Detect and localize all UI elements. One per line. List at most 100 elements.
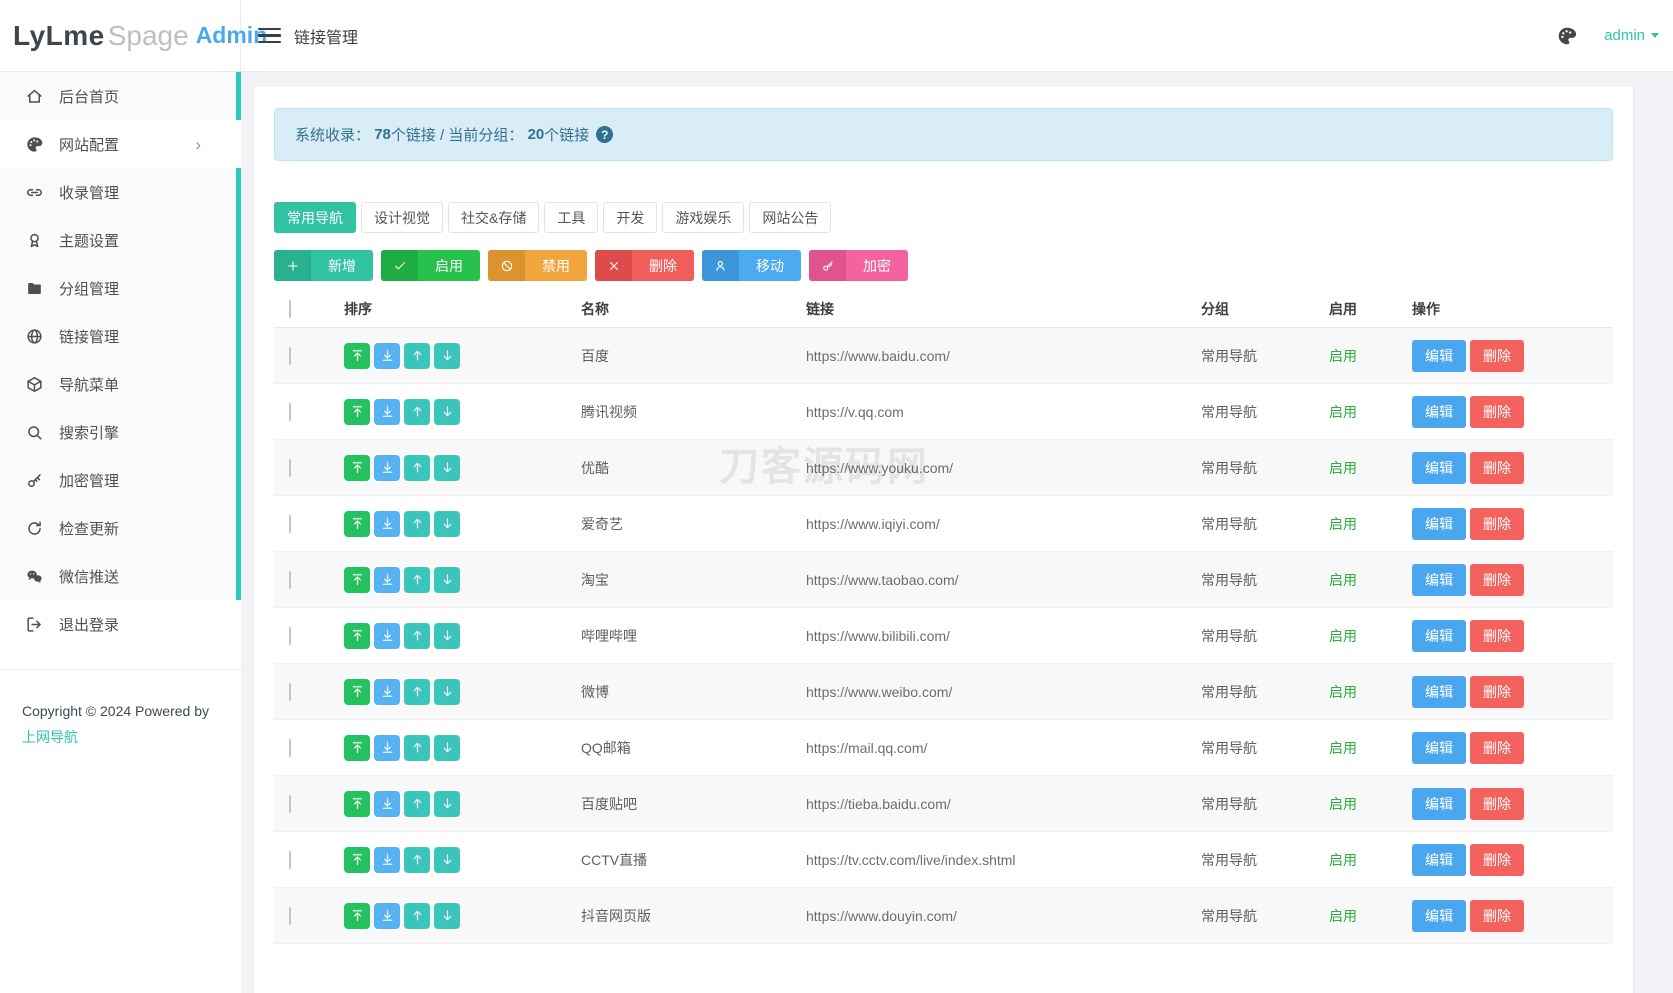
move-down-button[interactable] — [434, 566, 460, 593]
move-down-button[interactable] — [434, 398, 460, 425]
row-checkbox[interactable] — [289, 514, 291, 533]
move-down-button[interactable] — [434, 790, 460, 817]
move-up-button[interactable] — [404, 566, 430, 593]
sidebar-item-refresh[interactable]: 检查更新 — [0, 504, 241, 552]
bulk-ban-button[interactable]: 禁用 — [488, 250, 587, 281]
delete-button[interactable]: 删除 — [1470, 843, 1524, 876]
move-bottom-button[interactable] — [374, 846, 400, 873]
sidebar-item-link[interactable]: 收录管理 — [0, 168, 241, 216]
sidebar-item-wechat[interactable]: 微信推送 — [0, 552, 241, 600]
user-dropdown[interactable]: admin — [1604, 27, 1659, 44]
move-down-button[interactable] — [434, 902, 460, 929]
move-up-button[interactable] — [404, 790, 430, 817]
move-bottom-button[interactable] — [374, 734, 400, 761]
sidebar-item-key[interactable]: 加密管理 — [0, 456, 241, 504]
edit-button[interactable]: 编辑 — [1412, 675, 1466, 708]
row-checkbox[interactable] — [289, 458, 291, 477]
move-top-button[interactable] — [344, 678, 370, 705]
delete-button[interactable]: 删除 — [1470, 675, 1524, 708]
move-down-button[interactable] — [434, 454, 460, 481]
move-bottom-button[interactable] — [374, 678, 400, 705]
group-tab[interactable]: 游戏娱乐 — [662, 202, 745, 233]
move-up-button[interactable] — [404, 734, 430, 761]
sidebar-item-award[interactable]: 主题设置 — [0, 216, 241, 264]
move-top-button[interactable] — [344, 398, 370, 425]
sidebar-item-home[interactable]: 后台首页 — [0, 72, 241, 120]
move-down-button[interactable] — [434, 342, 460, 369]
move-bottom-button[interactable] — [374, 790, 400, 817]
delete-button[interactable]: 删除 — [1470, 731, 1524, 764]
move-up-button[interactable] — [404, 622, 430, 649]
delete-button[interactable]: 删除 — [1470, 451, 1524, 484]
move-up-button[interactable] — [404, 510, 430, 537]
move-top-button[interactable] — [344, 566, 370, 593]
edit-button[interactable]: 编辑 — [1412, 563, 1466, 596]
move-bottom-button[interactable] — [374, 902, 400, 929]
edit-button[interactable]: 编辑 — [1412, 619, 1466, 652]
row-checkbox[interactable] — [289, 626, 291, 645]
edit-button[interactable]: 编辑 — [1412, 339, 1466, 372]
move-bottom-button[interactable] — [374, 510, 400, 537]
edit-button[interactable]: 编辑 — [1412, 899, 1466, 932]
move-up-button[interactable] — [404, 398, 430, 425]
copyright-link[interactable]: 上网导航 — [22, 726, 241, 748]
move-up-button[interactable] — [404, 846, 430, 873]
move-top-button[interactable] — [344, 790, 370, 817]
sidebar-item-globe[interactable]: 链接管理 — [0, 312, 241, 360]
move-down-button[interactable] — [434, 846, 460, 873]
move-down-button[interactable] — [434, 734, 460, 761]
move-top-button[interactable] — [344, 454, 370, 481]
delete-button[interactable]: 删除 — [1470, 339, 1524, 372]
delete-button[interactable]: 删除 — [1470, 787, 1524, 820]
group-tab[interactable]: 社交&存储 — [448, 202, 540, 233]
row-checkbox[interactable] — [289, 906, 291, 925]
row-checkbox[interactable] — [289, 402, 291, 421]
move-down-button[interactable] — [434, 510, 460, 537]
edit-button[interactable]: 编辑 — [1412, 507, 1466, 540]
sidebar-item-search[interactable]: 搜索引擎 — [0, 408, 241, 456]
move-bottom-button[interactable] — [374, 566, 400, 593]
delete-button[interactable]: 删除 — [1470, 619, 1524, 652]
move-bottom-button[interactable] — [374, 622, 400, 649]
row-checkbox[interactable] — [289, 682, 291, 701]
move-top-button[interactable] — [344, 734, 370, 761]
group-tab[interactable]: 工具 — [544, 202, 599, 233]
theme-palette-icon[interactable] — [1556, 25, 1578, 47]
move-up-button[interactable] — [404, 902, 430, 929]
bulk-user-button[interactable]: 移动 — [702, 250, 801, 281]
move-top-button[interactable] — [344, 902, 370, 929]
sidebar-item-palette[interactable]: 网站配置 › — [0, 120, 241, 168]
row-checkbox[interactable] — [289, 738, 291, 757]
delete-button[interactable]: 删除 — [1470, 507, 1524, 540]
edit-button[interactable]: 编辑 — [1412, 395, 1466, 428]
bulk-check-button[interactable]: 启用 — [381, 250, 480, 281]
move-bottom-button[interactable] — [374, 454, 400, 481]
group-tab[interactable]: 设计视觉 — [361, 202, 443, 233]
move-top-button[interactable] — [344, 622, 370, 649]
move-up-button[interactable] — [404, 454, 430, 481]
delete-button[interactable]: 删除 — [1470, 563, 1524, 596]
select-all-checkbox[interactable] — [289, 299, 291, 318]
move-bottom-button[interactable] — [374, 342, 400, 369]
help-question-icon[interactable]: ? — [596, 126, 614, 143]
sidebar-item-logout[interactable]: 退出登录 — [0, 600, 241, 648]
move-down-button[interactable] — [434, 678, 460, 705]
row-checkbox[interactable] — [289, 346, 291, 365]
group-tab[interactable]: 网站公告 — [749, 202, 832, 233]
row-checkbox[interactable] — [289, 850, 291, 869]
sidebar-item-folder[interactable]: 分组管理 — [0, 264, 241, 312]
bulk-plus-button[interactable]: 新增 — [274, 250, 373, 281]
move-up-button[interactable] — [404, 678, 430, 705]
row-checkbox[interactable] — [289, 794, 291, 813]
move-bottom-button[interactable] — [374, 398, 400, 425]
move-down-button[interactable] — [434, 622, 460, 649]
delete-button[interactable]: 删除 — [1470, 899, 1524, 932]
move-up-button[interactable] — [404, 342, 430, 369]
bulk-key-button[interactable]: 加密 — [809, 250, 908, 281]
move-top-button[interactable] — [344, 846, 370, 873]
delete-button[interactable]: 删除 — [1470, 395, 1524, 428]
menu-toggle-icon[interactable] — [258, 28, 281, 43]
row-checkbox[interactable] — [289, 570, 291, 589]
edit-button[interactable]: 编辑 — [1412, 787, 1466, 820]
group-tab[interactable]: 开发 — [603, 202, 658, 233]
